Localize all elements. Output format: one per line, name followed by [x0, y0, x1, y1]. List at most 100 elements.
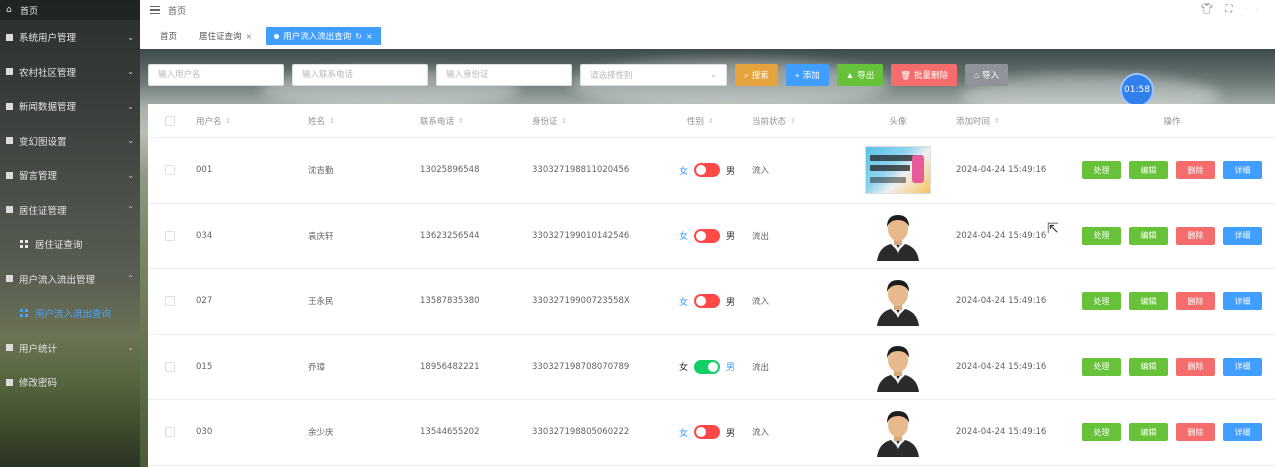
row-checkbox[interactable]	[165, 361, 175, 372]
handle-button[interactable]: 处理	[1082, 226, 1121, 245]
gender-switch[interactable]	[694, 228, 721, 243]
row-checkbox[interactable]	[165, 296, 175, 307]
sidebar-item-0[interactable]: 系统用户管理 ⌄	[0, 20, 140, 55]
gender-select[interactable]: 请选择性别 ⌄	[580, 64, 727, 86]
gender-switch[interactable]	[694, 359, 721, 374]
table-row[interactable]: 030 余少庆 13544655202 330327198805060222 女男流入 2…	[148, 400, 1275, 466]
fullscreen-icon[interactable]: ⛶	[1225, 4, 1232, 15]
cell-phone: 13025896548	[420, 165, 480, 176]
user-menu-icon[interactable]: · ·	[1244, 5, 1261, 14]
data-table: 用户名 ⇕ 姓名 ⇕ 联系电话 ⇕ 身份证 ⇕ 性别 ⇕ 当前状态 ⇕ 头像 添加时间 ⇕ 操…	[148, 104, 1275, 467]
table-row[interactable]: 034 袁庆轩 13623256544 330327199010142546 女男流出 2…	[148, 204, 1275, 269]
idcard-search-input[interactable]	[436, 64, 572, 86]
sidebar-item-6[interactable]: 居住证查询	[0, 227, 140, 262]
cell-status: 流入	[752, 166, 770, 177]
export-button[interactable]: ▲ 导出	[836, 64, 884, 86]
sidebar-item-label: 用户流入流出管理	[19, 274, 96, 286]
tag-1[interactable]: 居住证查询 ×	[191, 27, 260, 45]
cell-gender: 女男	[657, 359, 752, 374]
tag-label: 用户流入流出查询	[283, 32, 352, 42]
gender-switch[interactable]	[694, 163, 721, 178]
col-idcard[interactable]: 身份证 ⇕	[532, 115, 657, 127]
sidebar-item-4[interactable]: 留言管理 ⌄	[0, 158, 140, 193]
sidebar-home[interactable]: ⌂ 首页	[0, 0, 140, 20]
close-icon[interactable]: ×	[246, 32, 253, 41]
row-checkbox[interactable]	[165, 165, 175, 176]
detail-button[interactable]: 详细	[1223, 161, 1262, 180]
col-status[interactable]: 当前状态 ⇕	[752, 115, 850, 127]
gender-switch[interactable]	[694, 294, 721, 309]
edit-button[interactable]: 编辑	[1129, 161, 1168, 180]
chevron-icon: ⌄	[127, 32, 134, 42]
delete-button[interactable]: 删除	[1176, 226, 1215, 245]
table-row[interactable]: 001 沈吉勤 13025896548 330327198811020456 女男流入 2…	[148, 138, 1275, 204]
detail-button[interactable]: 详细	[1223, 226, 1262, 245]
edit-button[interactable]: 编辑	[1129, 423, 1168, 442]
refresh-icon[interactable]: ↻	[355, 32, 362, 41]
delete-button[interactable]: 删除	[1176, 357, 1215, 376]
edit-button[interactable]: 编辑	[1129, 357, 1168, 376]
col-username[interactable]: 用户名 ⇕	[196, 115, 308, 127]
avatar-image	[865, 146, 931, 195]
sidebar-item-7[interactable]: 用户流入流出管理 ⌃	[0, 262, 140, 297]
menu-toggle-icon[interactable]	[150, 5, 160, 15]
tag-0[interactable]: 首页	[152, 27, 185, 45]
col-idcard-label: 身份证	[532, 116, 558, 127]
handle-button[interactable]: 处理	[1082, 357, 1121, 376]
phone-search-input[interactable]	[292, 64, 428, 86]
row-checkbox[interactable]	[165, 230, 175, 241]
table-header: 用户名 ⇕ 姓名 ⇕ 联系电话 ⇕ 身份证 ⇕ 性别 ⇕ 当前状态 ⇕ 头像 添加时间 ⇕ 操…	[148, 104, 1275, 138]
import-button[interactable]: ⌂ 导入	[965, 64, 1009, 86]
tag-2[interactable]: 用户流入流出查询 ↻ ×	[266, 27, 381, 45]
sidebar-item-2[interactable]: 新闻数据管理 ⌄	[0, 89, 140, 124]
cell-status: 流出	[752, 231, 770, 242]
person-avatar-icon	[877, 280, 919, 327]
sidebar-item-1[interactable]: 农村社区管理 ⌄	[0, 55, 140, 90]
edit-button[interactable]: 编辑	[1129, 226, 1168, 245]
col-gender[interactable]: 性别 ⇕	[657, 115, 752, 127]
cell-gender: 女男	[657, 425, 752, 440]
cell-avatar	[850, 146, 946, 195]
username-search-input[interactable]	[148, 64, 284, 86]
col-name[interactable]: 姓名 ⇕	[308, 115, 420, 127]
sidebar: ⌂ 首页 系统用户管理 ⌄ 农村社区管理 ⌄ 新闻数据管理 ⌄ 变幻图设置 ⌄ 留言管理 ⌄ 居住证…	[0, 0, 140, 467]
detail-button[interactable]: 详细	[1223, 292, 1262, 311]
select-all-checkbox[interactable]	[165, 115, 175, 126]
cell-added: 2024-04-24 15:49:16	[956, 361, 1047, 372]
sidebar-item-9[interactable]: 用户统计 ⌄	[0, 331, 140, 366]
search-button[interactable]: ⌕ 搜索	[735, 64, 778, 86]
male-label: 男	[726, 297, 736, 308]
export-icon: ▲	[845, 70, 855, 80]
close-icon[interactable]: ×	[366, 32, 373, 41]
cell-username: 001	[196, 165, 213, 176]
row-checkbox[interactable]	[165, 427, 175, 438]
sidebar-item-label: 居住证管理	[19, 205, 67, 217]
delete-button[interactable]: 删除	[1176, 423, 1215, 442]
detail-button[interactable]: 详细	[1223, 423, 1262, 442]
sidebar-item-10[interactable]: 修改密码	[0, 365, 140, 400]
sidebar-item-3[interactable]: 变幻图设置 ⌄	[0, 124, 140, 159]
cell-phone: 13544655202	[420, 427, 480, 438]
sidebar-item-8[interactable]: 用户流入流出查询	[0, 296, 140, 331]
detail-button[interactable]: 详细	[1223, 357, 1262, 376]
add-button[interactable]: + 添加	[785, 64, 829, 86]
col-phone[interactable]: 联系电话 ⇕	[420, 115, 532, 127]
shirt-icon[interactable]: 👕︎	[1201, 4, 1214, 15]
table-row[interactable]: 027 王永民 13587835380 33032719900723558X 女男流入 2…	[148, 269, 1275, 335]
menu-icon	[6, 206, 13, 214]
handle-button[interactable]: 处理	[1082, 292, 1121, 311]
delete-button[interactable]: 删除	[1176, 292, 1215, 311]
delete-button[interactable]: 删除	[1176, 161, 1215, 180]
sidebar-item-5[interactable]: 居住证管理 ⌃	[0, 193, 140, 228]
breadcrumb[interactable]: 首页	[168, 4, 186, 17]
col-added[interactable]: 添加时间 ⇕	[946, 115, 1068, 127]
handle-button[interactable]: 处理	[1082, 423, 1121, 442]
table-row[interactable]: 015 乔璋 18956482221 330327198708070789 女男流出 20…	[148, 335, 1275, 400]
batch-delete-button[interactable]: 🗑︎ 批量删除	[891, 64, 958, 86]
cell-idcard: 330327198708070789	[532, 361, 630, 372]
handle-button[interactable]: 处理	[1082, 161, 1121, 180]
gender-switch[interactable]	[694, 425, 721, 440]
edit-button[interactable]: 编辑	[1129, 292, 1168, 311]
topbar: 首页 👕︎ ⛶ · ·	[140, 0, 1275, 20]
cell-avatar	[850, 211, 946, 261]
